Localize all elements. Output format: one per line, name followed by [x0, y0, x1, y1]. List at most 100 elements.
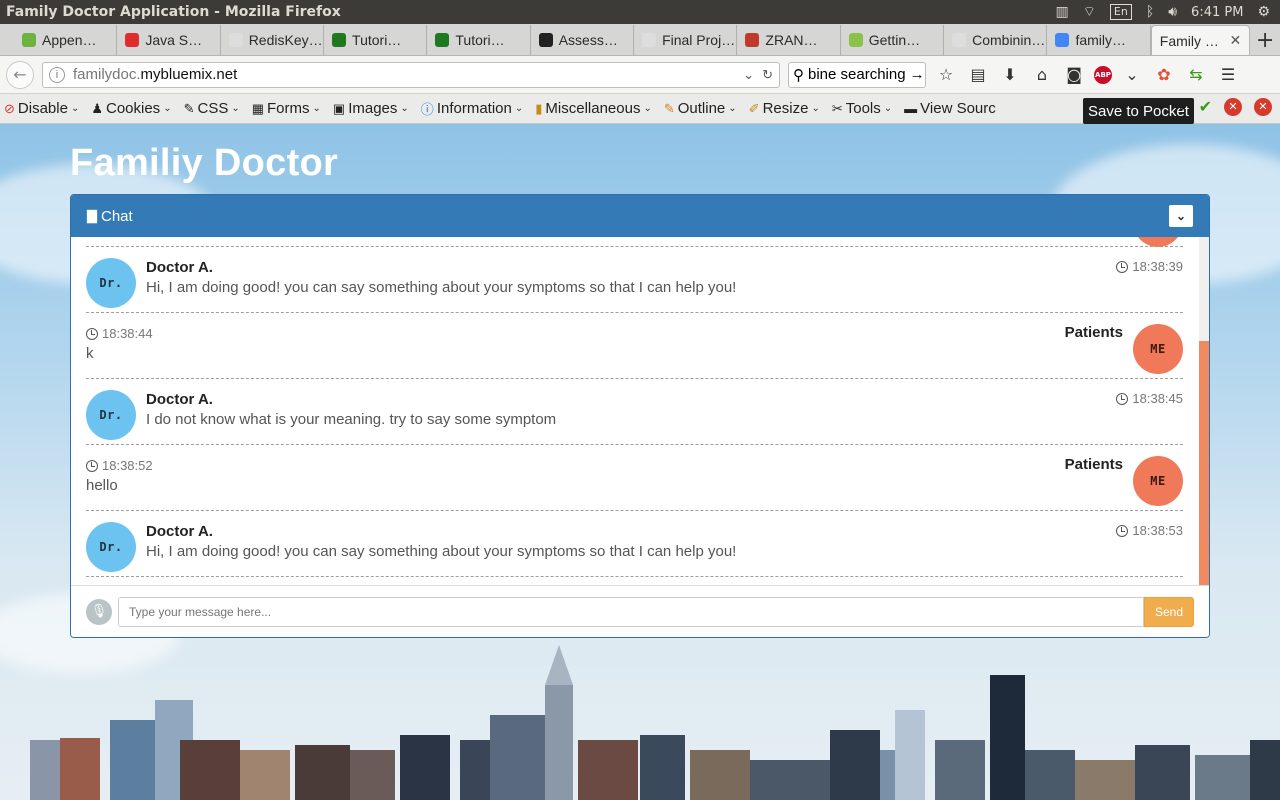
chevron-down-icon[interactable]: ⌄ [1177, 100, 1186, 113]
clock-icon [86, 327, 98, 340]
dev-miscellaneous[interactable]: ▮ Miscellaneous ⌄ [535, 100, 652, 117]
bluetooth-icon[interactable]: ᛒ [1146, 4, 1154, 20]
doctor-avatar: Dr. [86, 390, 136, 440]
outline-pencil-icon: ✎ [663, 100, 675, 116]
adblock-icon[interactable]: ABP [1094, 65, 1112, 84]
dev-images[interactable]: ▣ Images ⌄ [333, 100, 409, 117]
url-dropdown-icon[interactable]: ⌄ [743, 67, 754, 83]
close-toolbar-icon[interactable]: ✕ [1254, 97, 1272, 116]
dev-disable[interactable]: ⊘ Disable ⌄ [4, 100, 79, 117]
message-text: k [86, 345, 94, 362]
chat-scrollbar[interactable] [1199, 237, 1209, 585]
dev-tools[interactable]: ✂ Tools ⌄ [832, 100, 892, 117]
tab[interactable]: Assess… [531, 25, 635, 55]
colorful-extension-icon[interactable]: ✿ [1152, 63, 1176, 87]
patient-avatar: ME [1133, 456, 1183, 506]
volume-icon[interactable]: 🔊︎ [1168, 4, 1177, 20]
settings-gear-icon[interactable]: ⚙ [1257, 4, 1270, 20]
chat-messages[interactable]: Dr. Doctor A. 18:38:39 Hi, I am doing go… [71, 237, 1209, 585]
tab-favicon-icon [745, 33, 760, 47]
dev-cookies[interactable]: ♟ Cookies ⌄ [91, 100, 171, 117]
dev-information[interactable]: ⓘ Information ⌄ [421, 99, 523, 118]
tab[interactable]: Java S… [117, 25, 221, 55]
tab-favicon-icon [228, 33, 243, 47]
tab-favicon-icon [1055, 33, 1070, 47]
pocket-icon[interactable]: ◙ [1062, 63, 1086, 87]
chat-header: ▇ Chat ⌄ [71, 195, 1209, 237]
dev-item-label: Information [436, 100, 512, 117]
time-text: 18:38:45 [1132, 391, 1183, 406]
adblock-menu-icon[interactable]: ⌄ [1120, 63, 1144, 87]
dev-item-label: Resize [762, 100, 809, 117]
os-title-bar: Family Doctor Application - Mozilla Fire… [0, 0, 1280, 24]
site-info-icon[interactable]: i [49, 66, 65, 83]
url-domain: mybluemix.net [140, 66, 238, 83]
scrollbar-thumb[interactable] [1199, 341, 1209, 585]
sync-arrows-icon[interactable]: ⇆ [1184, 63, 1208, 87]
time-text: 18:38:53 [1132, 523, 1183, 538]
validation-error-icon[interactable]: ✕ [1224, 97, 1242, 116]
message-text: Hi, I am doing good! you can say somethi… [146, 279, 737, 296]
collapse-chevron-button[interactable]: ⌄ [1169, 205, 1193, 227]
monitor-icon[interactable]: ▥ [1055, 4, 1068, 20]
tab[interactable]: ZRAN… [737, 25, 841, 55]
message-patient: ME Patients 18:38:44 k [86, 313, 1183, 379]
send-button[interactable]: Send [1144, 596, 1194, 627]
tab[interactable]: Tutori… [324, 25, 428, 55]
microphone-icon[interactable]: 🎙︎ [86, 598, 112, 625]
close-tab-icon[interactable]: ✕ [1229, 32, 1241, 49]
tab-label: Family … [1159, 32, 1219, 49]
back-button[interactable]: ← [6, 60, 34, 89]
chat-input-bar: 🎙︎ Send [71, 585, 1209, 637]
patient-avatar-partial [1133, 237, 1183, 247]
tab[interactable]: family… [1047, 25, 1151, 55]
dev-forms[interactable]: ▦ Forms ⌄ [252, 100, 321, 117]
tab-label: ZRAN… [765, 32, 818, 48]
clock-time[interactable]: 6:41 PM [1191, 5, 1243, 20]
tab[interactable]: Appen… [14, 25, 118, 55]
clock-icon [86, 459, 98, 472]
time-text: 18:38:44 [102, 326, 153, 341]
menu-hamburger-icon[interactable]: ☰ [1216, 63, 1240, 87]
tab[interactable]: RedisKey… [221, 25, 325, 55]
dev-css[interactable]: ✎ CSS ⌄ [184, 100, 240, 117]
web-page: Familiy Doctor ▇ Chat ⌄ Dr. Doctor A. 18… [0, 124, 1280, 800]
dev-item-label: Tools [845, 100, 881, 117]
search-icon: ⚲ [793, 66, 804, 84]
tab[interactable]: Tutori… [427, 25, 531, 55]
tab-label: Gettin… [868, 32, 921, 48]
tab-label: family… [1075, 32, 1126, 48]
reload-icon[interactable]: ↻ [762, 67, 773, 83]
tab-active[interactable]: Family … ✕ [1150, 25, 1251, 55]
css-wand-icon: ✎ [183, 100, 195, 116]
dev-resize[interactable]: ✐ Resize ⌄ [749, 100, 820, 117]
address-bar[interactable]: i familydoc.mybluemix.net ⌄ ↻ [42, 61, 780, 88]
keyboard-layout[interactable]: En [1109, 4, 1132, 20]
message-input[interactable] [118, 596, 1144, 627]
tab[interactable]: Gettin… [841, 25, 945, 55]
dev-view-source[interactable]: ▬ View Sourc [904, 100, 996, 117]
dev-outline[interactable]: ✎ Outline ⌄ [664, 100, 737, 117]
chat-title: Chat [101, 207, 133, 225]
new-tab-button[interactable]: + [1250, 25, 1280, 55]
chevron-down-icon: ⌄ [400, 103, 409, 114]
terminal-icon: ▬ [904, 101, 918, 116]
message-time: 18:38:45 [1116, 391, 1183, 406]
tab-label: Java S… [145, 32, 203, 48]
downloads-icon[interactable]: ⬇ [998, 63, 1022, 87]
message-time: 18:38:52 [86, 458, 153, 473]
tab[interactable]: Combinin… [944, 25, 1048, 55]
message-time: 18:38:39 [1116, 259, 1183, 274]
tab-favicon-icon [435, 33, 450, 47]
reading-list-icon[interactable]: ▤ [966, 63, 990, 87]
tab[interactable]: Final Proj… [634, 25, 738, 55]
chevron-down-icon: ⌄ [811, 103, 820, 114]
page-title: Familiy Doctor [70, 142, 339, 184]
search-box[interactable]: ⚲ bine searching → [788, 61, 926, 88]
validation-ok-icon[interactable]: ✔ [1199, 97, 1212, 116]
sender-name: Patients [1064, 324, 1123, 341]
bookmark-star-icon[interactable]: ☆ [934, 63, 958, 87]
wifi-icon[interactable]: ⌔ [1083, 3, 1096, 21]
home-icon[interactable]: ⌂ [1030, 63, 1054, 87]
search-go-icon[interactable]: → [910, 66, 925, 83]
